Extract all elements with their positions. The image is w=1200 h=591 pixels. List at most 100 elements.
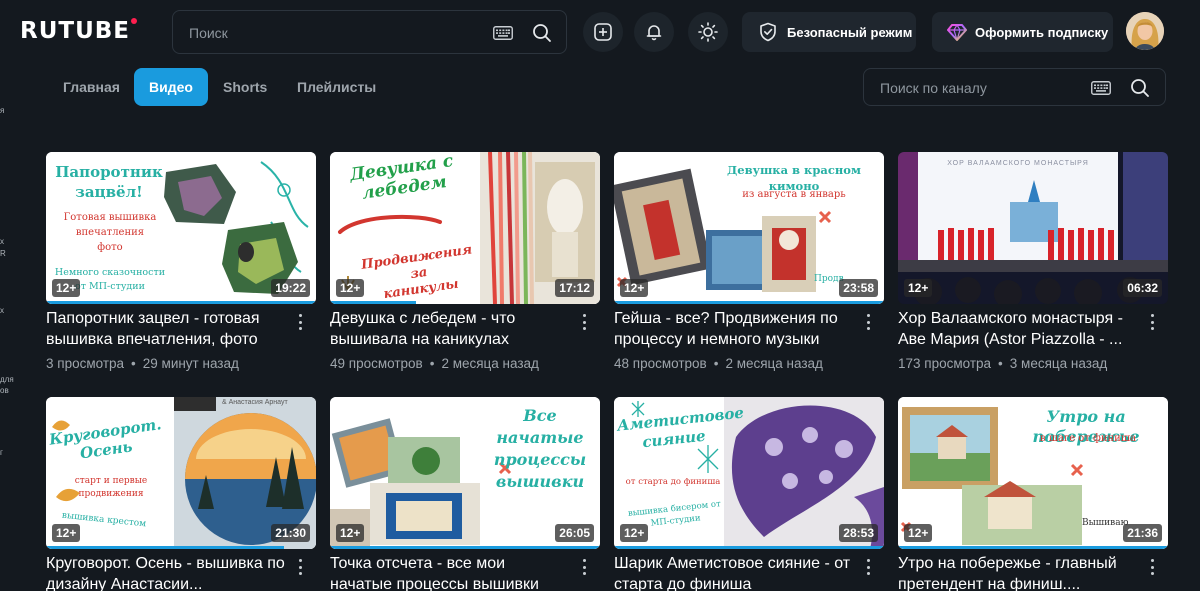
sidebar-fragment: для	[0, 375, 14, 384]
more-options-icon[interactable]	[862, 312, 874, 332]
duration-badge: 23:58	[839, 279, 878, 297]
thumb-subtitle: старт и первые продвижения	[56, 475, 166, 501]
video-thumbnail[interactable]: ХОР ВАЛААМСКОГО МОНАСТЫРЯ 12+ 06:32	[898, 152, 1168, 304]
tab-video[interactable]: Видео	[134, 68, 208, 106]
watch-progress-bar	[614, 301, 884, 304]
rutube-logo[interactable]: RUTUBE	[20, 18, 137, 44]
thumb-text: впечатления	[75, 227, 145, 238]
theme-toggle-button[interactable]	[688, 12, 728, 52]
watch-progress-bar	[330, 546, 600, 549]
video-thumbnail[interactable]: Девушка в красном кимоно из августа в ян…	[614, 152, 884, 304]
video-meta: 49 просмотров • 2 месяца назад	[330, 356, 590, 371]
watch-progress-bar	[46, 546, 284, 549]
age-rating-badge: 12+	[52, 279, 81, 297]
top-bar: RUTUBE Поиск Безопасный режим Оформить п…	[0, 0, 1200, 64]
duration-badge: 19:22	[271, 279, 310, 297]
more-options-icon[interactable]	[578, 557, 590, 577]
view-count: 3 просмотра	[46, 356, 125, 371]
view-count: 173 просмотра	[898, 356, 992, 371]
video-title[interactable]: Круговорот. Осень - вышивка по дизайну А…	[46, 553, 286, 591]
watch-progress-bar	[898, 546, 1168, 549]
thumb-caption: & Анастасия Арнаут	[222, 399, 288, 406]
video-title[interactable]: Гейша - все? Продвижения по процессу и н…	[614, 308, 854, 350]
duration-badge: 06:32	[1123, 279, 1162, 297]
more-options-icon[interactable]	[578, 312, 590, 332]
video-title[interactable]: Шарик Аметистовое сияние - от старта до …	[614, 553, 854, 591]
meta-separator: •	[998, 356, 1003, 371]
thumb-text: фото	[97, 242, 123, 253]
video-title[interactable]: Папоротник зацвел - готовая вышивка впеч…	[46, 308, 286, 350]
logo-dot	[131, 18, 137, 24]
more-options-icon[interactable]	[294, 312, 306, 332]
sidebar-fragment: R	[0, 249, 6, 258]
age-rating-badge: 12+	[336, 524, 365, 542]
tab-shorts[interactable]: Shorts	[223, 68, 267, 106]
bell-icon	[646, 25, 662, 41]
video-title[interactable]: Хор Валаамского монастыря - Аве Мария (A…	[898, 308, 1138, 350]
age-rating-badge: 12+	[620, 279, 649, 297]
notifications-button[interactable]	[634, 12, 674, 52]
thumb-text: продвижения	[78, 489, 144, 499]
thumb-title: ХОР ВАЛААМСКОГО МОНАСТЫРЯ	[947, 160, 1089, 167]
age-rating-badge: 12+	[336, 279, 365, 297]
thumb-text: Готовая вышивка	[63, 212, 157, 223]
subscribe-button[interactable]: Оформить подписку	[932, 12, 1113, 52]
thumb-caption: Вышиваю	[1082, 518, 1129, 528]
video-thumbnail[interactable]: Аметистовое сияние от старта до финиша в…	[614, 397, 884, 549]
upload-age: 2 месяца назад	[441, 356, 539, 371]
sidebar-fragment: ов	[0, 386, 9, 395]
upload-button[interactable]	[583, 12, 623, 52]
sidebar-fragment: я	[0, 106, 5, 115]
thumb-title: Все начатые процессы вышивки	[480, 405, 600, 493]
channel-search-input[interactable]	[880, 78, 1080, 98]
upload-age: 2 месяца назад	[725, 356, 823, 371]
keyboard-icon[interactable]	[493, 26, 513, 40]
channel-search-box	[863, 68, 1166, 106]
video-thumbnail[interactable]: Девушка с лебедем Продвижения за каникул…	[330, 152, 600, 304]
more-options-icon[interactable]	[1146, 557, 1158, 577]
video-thumbnail[interactable]: Папоротник зацвёл! Готовая вышивка впеча…	[46, 152, 316, 304]
meta-separator: •	[131, 356, 136, 371]
duration-badge: 26:05	[555, 524, 594, 542]
watch-progress-bar	[46, 301, 316, 304]
meta-separator: •	[713, 356, 719, 371]
tab-playlists[interactable]: Плейлисты	[297, 68, 376, 106]
more-options-icon[interactable]	[294, 557, 306, 577]
video-title[interactable]: Девушка с лебедем - что вышивала на кани…	[330, 308, 570, 350]
search-input[interactable]	[189, 23, 489, 43]
safe-mode-button[interactable]: Безопасный режим	[742, 12, 916, 52]
search-icon[interactable]	[532, 23, 552, 43]
sidebar-fragment: x	[0, 306, 4, 315]
keyboard-icon[interactable]	[1091, 81, 1111, 95]
thumb-subtitle: от старта до финиша	[625, 477, 721, 487]
video-title[interactable]: Утро на побережье - главный претендент н…	[898, 553, 1138, 591]
duration-badge: 21:36	[1123, 524, 1162, 542]
user-avatar[interactable]	[1126, 12, 1164, 50]
age-rating-badge: 12+	[904, 524, 933, 542]
diamond-icon	[947, 24, 967, 41]
search-box	[172, 10, 567, 54]
subscribe-label: Оформить подписку	[975, 24, 1109, 40]
video-thumbnail[interactable]: Круговорот. Осень старт и первые продвиж…	[46, 397, 316, 549]
sidebar-fragment: x	[0, 237, 4, 246]
video-thumbnail[interactable]: Утро на побережье в шаге от финиша Вышив…	[898, 397, 1168, 549]
watch-progress-bar	[330, 301, 417, 304]
collapsed-sidebar: я x R x для ов г	[0, 64, 14, 591]
sun-icon	[698, 22, 718, 42]
thumb-text: Все начатые	[496, 406, 584, 447]
video-meta: 3 просмотра • 29 минут назад	[46, 356, 306, 371]
more-options-icon[interactable]	[1146, 312, 1158, 332]
duration-badge: 28:53	[839, 524, 878, 542]
more-options-icon[interactable]	[862, 557, 874, 577]
thumb-text: старт и первые	[74, 476, 148, 486]
view-count: 49 просмотров	[330, 356, 423, 371]
search-icon[interactable]	[1130, 78, 1150, 98]
tab-home[interactable]: Главная	[63, 68, 120, 106]
video-thumbnail[interactable]: Все начатые процессы вышивки 12+ 26:05	[330, 397, 600, 549]
view-count: 48 просмотров	[614, 356, 707, 371]
thumb-subtitle: в шаге от финиша	[1039, 433, 1137, 444]
thumb-text: из августа в январь	[742, 189, 846, 200]
sidebar-fragment: г	[0, 448, 3, 457]
duration-badge: 21:30	[271, 524, 310, 542]
video-title[interactable]: Точка отсчета - все мои начатые процессы…	[330, 553, 570, 591]
